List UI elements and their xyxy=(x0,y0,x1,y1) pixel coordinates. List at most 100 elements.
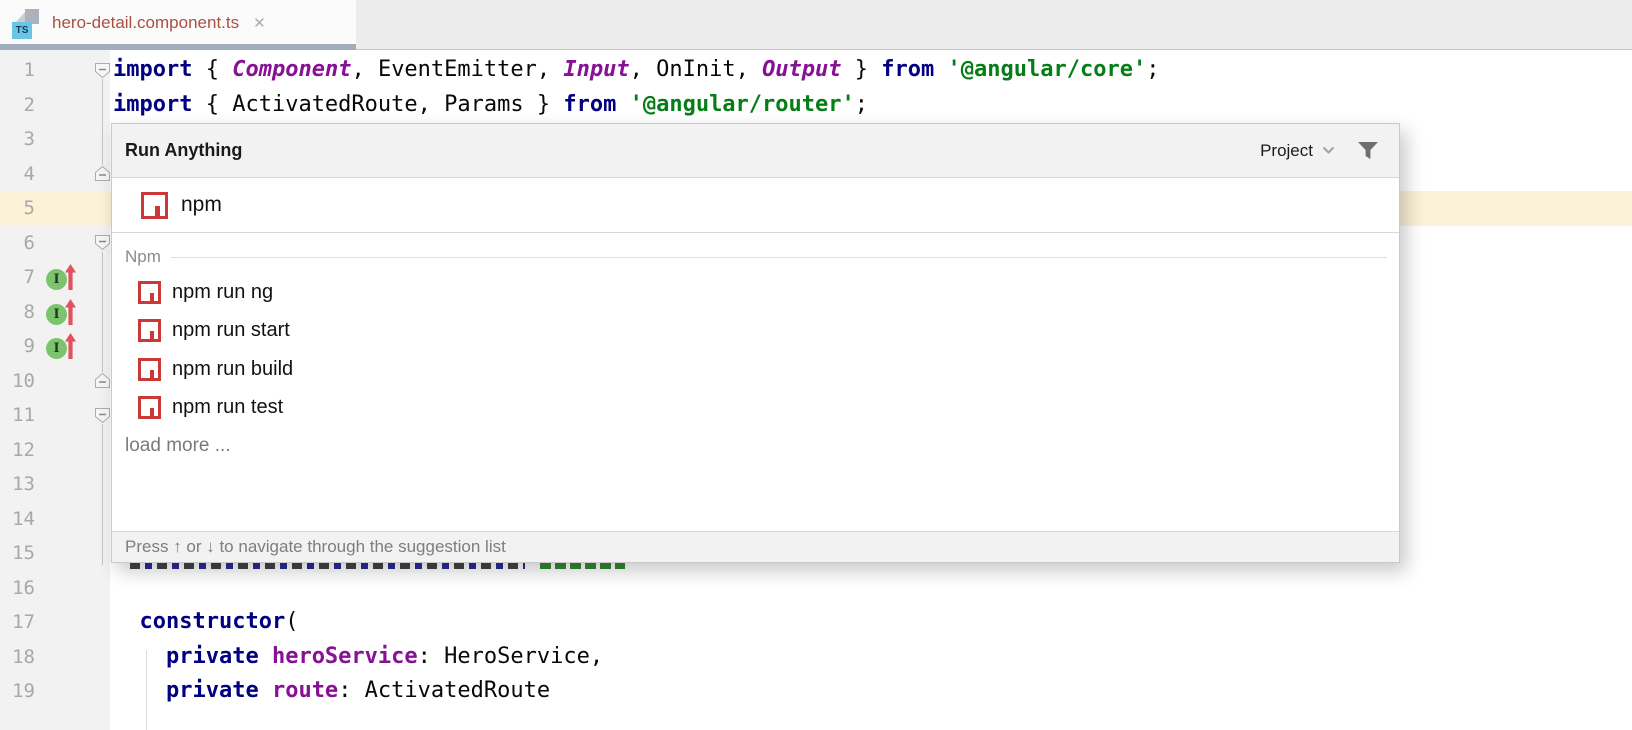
gutter-row-3: 3 xyxy=(0,122,110,157)
fold-marker-down[interactable] xyxy=(94,234,111,251)
code-token: Input xyxy=(563,57,629,82)
line-number: 14 xyxy=(0,502,40,537)
code-token xyxy=(934,57,947,82)
fold-marker-down[interactable] xyxy=(94,407,111,424)
code-token: import xyxy=(113,57,192,82)
line-number: 9 xyxy=(0,329,40,364)
gutter-row-9: 9I xyxy=(0,329,110,364)
gutter-row-12: 12 xyxy=(0,433,110,468)
code-token: '@angular/core' xyxy=(948,57,1147,82)
line-number: 18 xyxy=(0,640,40,675)
line-number: 19 xyxy=(0,674,40,709)
code-token: : HeroService, xyxy=(418,644,603,669)
gutter-row-15: 15 xyxy=(0,536,110,571)
gutter-row-19: 19 xyxy=(0,674,110,709)
gutter-row-13: 13 xyxy=(0,467,110,502)
fold-region-line xyxy=(102,424,103,565)
run-anything-header: Run Anything Project xyxy=(112,124,1399,178)
section-label: Npm xyxy=(125,247,161,267)
suggestion-label: npm run test xyxy=(172,396,283,419)
code-token xyxy=(259,644,272,669)
clipped-code-fragment xyxy=(130,563,525,569)
npm-section-header: Npm xyxy=(112,233,1399,273)
code-token: { xyxy=(192,57,232,82)
code-line-1[interactable]: import { Component, EventEmitter, Input,… xyxy=(110,53,1632,88)
suggestion-item-2[interactable]: npm run build xyxy=(112,350,1399,389)
run-anything-popup: Run Anything Project npm Npm npm run ng n… xyxy=(111,123,1400,563)
suggestion-item-3[interactable]: npm run test xyxy=(112,389,1399,428)
line-number: 1 xyxy=(0,53,40,88)
fold-marker-up[interactable] xyxy=(94,372,111,389)
gutter-row-17: 17 xyxy=(0,605,110,640)
line-number: 6 xyxy=(0,226,40,261)
code-token: ; xyxy=(855,92,868,117)
clipped-code-fragment xyxy=(540,563,625,569)
code-token: private xyxy=(166,678,259,703)
code-line-18[interactable]: private heroService: HeroService, xyxy=(110,640,1632,675)
indent-guide xyxy=(146,650,147,730)
code-token: ( xyxy=(285,609,298,634)
line-number: 4 xyxy=(0,157,40,192)
tab-title: hero-detail.component.ts xyxy=(52,13,239,33)
suggestion-item-1[interactable]: npm run start xyxy=(112,312,1399,351)
suggestion-label: npm run start xyxy=(172,319,290,342)
npm-icon xyxy=(141,192,168,219)
tab-hero-detail-component[interactable]: TS hero-detail.component.ts ✕ xyxy=(0,0,356,50)
load-more-item[interactable]: load more ... xyxy=(112,427,1399,465)
code-token: : ActivatedRoute xyxy=(338,678,550,703)
line-number: 7 xyxy=(0,260,40,295)
line-number: 17 xyxy=(0,605,40,640)
code-token: import xyxy=(113,92,192,117)
line-number: 5 xyxy=(0,191,40,226)
gutter-row-7: 7I xyxy=(0,260,110,295)
code-token xyxy=(616,92,629,117)
line-number: 8 xyxy=(0,295,40,330)
line-number: 13 xyxy=(0,467,40,502)
code-token: route xyxy=(272,678,338,703)
code-token: } xyxy=(842,57,882,82)
run-anything-input[interactable]: npm xyxy=(112,178,1399,233)
suggestion-item-0[interactable]: npm run ng xyxy=(112,273,1399,312)
fold-marker-up[interactable] xyxy=(94,165,111,182)
input-property-gutter-icon[interactable]: I xyxy=(46,297,86,328)
scope-label: Project xyxy=(1260,141,1313,161)
code-token: Output xyxy=(762,57,841,82)
fold-marker-down[interactable] xyxy=(94,62,111,79)
code-token: heroService xyxy=(272,644,418,669)
ts-badge: TS xyxy=(12,22,32,39)
popup-footer-hint: Press ↑ or ↓ to navigate through the sug… xyxy=(112,531,1399,562)
code-token: { ActivatedRoute, Params } xyxy=(192,92,563,117)
code-token: Component xyxy=(232,57,351,82)
code-token xyxy=(113,644,166,669)
close-icon[interactable]: ✕ xyxy=(253,16,266,31)
npm-icon xyxy=(138,281,161,304)
line-number: 2 xyxy=(0,88,40,123)
gutter-row-5: 5 xyxy=(0,191,110,226)
code-line-19[interactable]: private route: ActivatedRoute xyxy=(110,674,1632,709)
input-property-gutter-icon[interactable]: I xyxy=(46,262,86,293)
code-line-17[interactable]: constructor( xyxy=(110,605,1632,640)
code-token: private xyxy=(166,644,259,669)
code-token: constructor xyxy=(140,609,286,634)
suggestion-label: npm run build xyxy=(172,358,293,381)
scope-selector[interactable]: Project xyxy=(1260,141,1335,161)
line-number: 11 xyxy=(0,398,40,433)
code-token: from xyxy=(881,57,934,82)
filter-icon[interactable] xyxy=(1357,141,1379,160)
npm-icon xyxy=(138,319,161,342)
code-token: ; xyxy=(1146,57,1159,82)
editor-tab-bar: TS hero-detail.component.ts ✕ xyxy=(0,0,1632,50)
gutter-row-16: 16 xyxy=(0,571,110,606)
fold-region-line xyxy=(102,79,103,165)
editor-gutter: 1234567I8I9I10111213141516171819 xyxy=(0,50,110,730)
code-token xyxy=(113,609,140,634)
code-token: , OnInit, xyxy=(630,57,762,82)
code-line-2[interactable]: import { ActivatedRoute, Params } from '… xyxy=(110,88,1632,123)
code-line-16[interactable] xyxy=(110,571,1632,606)
gutter-row-14: 14 xyxy=(0,502,110,537)
input-property-gutter-icon[interactable]: I xyxy=(46,331,86,362)
suggestion-label: npm run ng xyxy=(172,281,273,304)
line-number: 15 xyxy=(0,536,40,571)
npm-icon xyxy=(138,358,161,381)
search-query: npm xyxy=(181,193,222,217)
